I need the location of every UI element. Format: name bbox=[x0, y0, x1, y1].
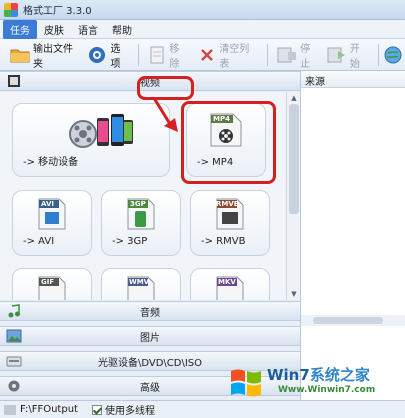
tile-gif[interactable]: GIF bbox=[12, 268, 92, 300]
options-label: 选项 bbox=[110, 43, 121, 70]
mkv-badge: MKV bbox=[218, 278, 236, 286]
mobile-device-icon bbox=[63, 110, 135, 159]
output-folder-label: 输出文件夹 bbox=[33, 43, 73, 70]
tile-rmvb-label: -> RMVB bbox=[201, 236, 246, 247]
3gp-badge: 3GP bbox=[130, 200, 146, 208]
window-title: 格式工厂 3.3.0 bbox=[23, 6, 92, 17]
watermark-url: Www.Winwin7.com bbox=[278, 385, 376, 395]
tile-mobile-device[interactable]: -> 移动设备 bbox=[12, 103, 170, 177]
tile-mobile-device-label: -> 移动设备 bbox=[23, 157, 79, 168]
start-button[interactable]: 开始 bbox=[323, 42, 371, 70]
category-audio[interactable]: 音频 bbox=[0, 301, 300, 321]
stop-label: 停止 bbox=[300, 43, 311, 70]
category-audio-label: 音频 bbox=[140, 307, 160, 319]
gif-badge: GIF bbox=[41, 278, 55, 286]
menu-bar: 任务 皮肤 语言 帮助 bbox=[0, 19, 405, 39]
avi-badge: AVI bbox=[41, 200, 54, 208]
clear-list-button[interactable]: 清空列表 bbox=[194, 42, 260, 70]
watermark-brand-prefix: Win7 bbox=[267, 366, 310, 384]
remove-label: 移除 bbox=[169, 43, 180, 70]
menu-language[interactable]: 语言 bbox=[71, 20, 105, 39]
category-image[interactable]: 图片 bbox=[0, 326, 300, 346]
tile-wmv[interactable]: WMV bbox=[101, 268, 181, 300]
watermark: Win7系统之家 Www.Winwin7.com bbox=[223, 362, 405, 400]
category-image-label: 图片 bbox=[140, 332, 160, 344]
tile-avi-label: -> AVI bbox=[23, 236, 55, 247]
tile-rmvb[interactable]: RMVB -> RMVB bbox=[190, 190, 270, 256]
gear-icon bbox=[87, 45, 107, 65]
start-label: 开始 bbox=[349, 43, 360, 70]
tile-avi[interactable]: AVI -> AVI bbox=[12, 190, 92, 256]
wmv-badge: WMV bbox=[129, 278, 150, 286]
rmvb-badge: RMVB bbox=[216, 200, 240, 208]
folder-icon bbox=[10, 45, 30, 65]
output-folder-button[interactable]: 输出文件夹 bbox=[6, 42, 81, 70]
tile-3gp[interactable]: 3GP -> 3GP bbox=[101, 190, 181, 256]
toolbar-separator bbox=[138, 43, 140, 66]
status-bar: F:\FFOutput 使用多线程 bbox=[0, 400, 405, 418]
stop-icon bbox=[277, 45, 297, 65]
menu-task[interactable]: 任务 bbox=[3, 19, 37, 39]
output-folder-icon bbox=[4, 404, 16, 415]
annotation-arrow-icon bbox=[152, 97, 178, 132]
app-logo-icon bbox=[4, 2, 18, 17]
stop-button[interactable]: 停止 bbox=[273, 42, 321, 70]
output-path[interactable]: F:\FFOutput bbox=[20, 404, 78, 415]
globe-icon[interactable] bbox=[383, 45, 402, 65]
video-grid-scrollbar[interactable]: ▲ ▼ bbox=[286, 92, 300, 300]
title-bar: 格式工厂 3.3.0 bbox=[0, 0, 405, 20]
start-icon bbox=[327, 45, 347, 65]
multithread-label: 使用多线程 bbox=[104, 406, 155, 417]
tile-3gp-label: -> 3GP bbox=[112, 236, 148, 247]
remove-button[interactable]: 移除 bbox=[144, 42, 192, 70]
multithread-checkbox[interactable] bbox=[91, 404, 102, 415]
toolbar: 输出文件夹 选项 移除 清空列表 停止 开始 bbox=[0, 39, 405, 71]
menu-help[interactable]: 帮助 bbox=[105, 20, 139, 39]
scrollbar-thumb[interactable] bbox=[289, 104, 299, 214]
remove-icon bbox=[148, 45, 166, 65]
hscrollbar-thumb[interactable] bbox=[313, 317, 383, 324]
clear-x-icon bbox=[198, 45, 216, 65]
watermark-brand-suffix: 系统之家 bbox=[309, 366, 370, 384]
clear-list-label: 清空列表 bbox=[219, 43, 250, 70]
menu-skin[interactable]: 皮肤 bbox=[37, 20, 71, 39]
toolbar-separator bbox=[377, 43, 379, 66]
windows-flag-icon bbox=[231, 369, 261, 397]
scroll-down-arrow-icon[interactable]: ▼ bbox=[289, 289, 299, 299]
source-column-header[interactable]: 来源 bbox=[301, 71, 405, 88]
scroll-up-arrow-icon[interactable]: ▲ bbox=[289, 93, 299, 103]
task-list-panel: 来源 bbox=[300, 71, 405, 400]
toolbar-separator bbox=[267, 43, 269, 66]
watermark-brand: Win7系统之家 bbox=[267, 364, 370, 385]
options-button[interactable]: 选项 bbox=[83, 42, 131, 70]
task-list-hscrollbar[interactable] bbox=[301, 315, 405, 326]
annotation-highlight-mp4 bbox=[181, 101, 276, 184]
tile-mkv[interactable]: MKV bbox=[190, 268, 270, 300]
